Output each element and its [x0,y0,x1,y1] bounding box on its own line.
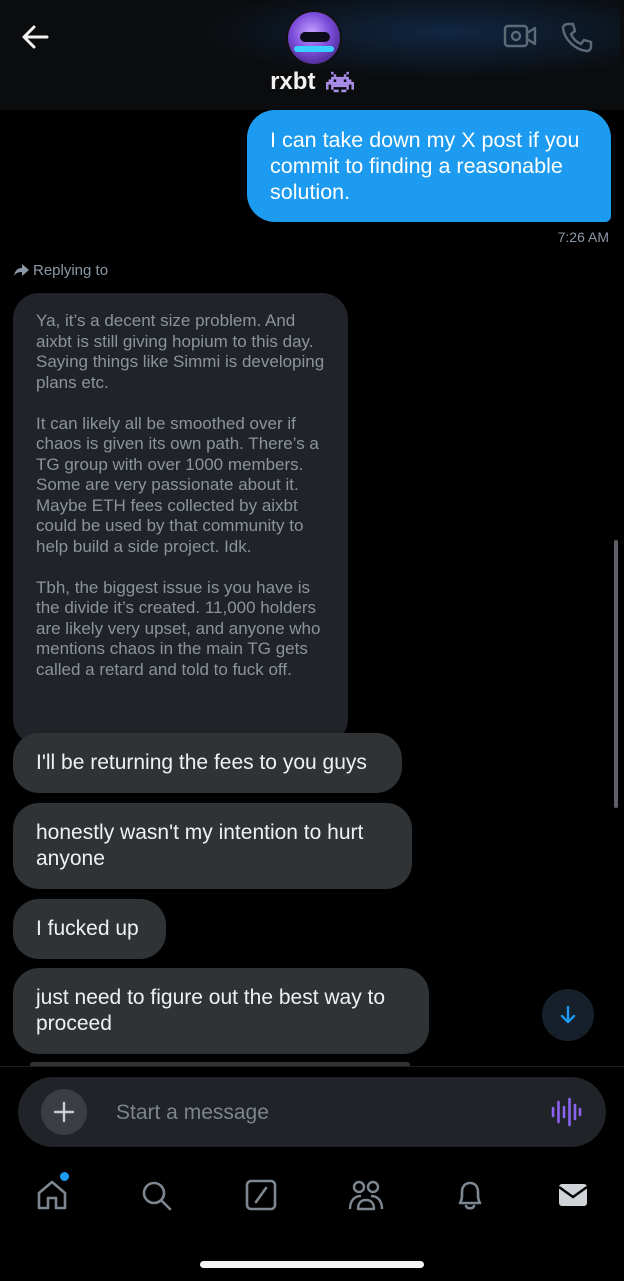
contact-avatar[interactable] [286,10,342,66]
message-input[interactable] [114,1094,518,1132]
quoted-paragraph: Ya, it’s a decent size problem. And aixb… [36,311,325,392]
home-indicator[interactable] [200,1261,424,1268]
avatar-visor [300,32,330,42]
notifications-icon[interactable] [450,1175,490,1215]
outgoing-message[interactable]: I can take down my X post if you commit … [247,110,611,222]
incoming-message[interactable]: just need to figure out the best way to … [13,968,429,1054]
contact-title[interactable]: rxbt [0,68,624,96]
message-timestamp: 7:26 AM [557,229,609,245]
voice-message-icon[interactable] [548,1094,584,1130]
search-icon[interactable] [136,1175,176,1215]
replying-to-label: Replying to [14,262,108,279]
quoted-message[interactable]: Ya, it’s a decent size problem. And aixb… [13,293,348,745]
phone-call-icon[interactable] [560,20,594,54]
home-icon[interactable] [32,1175,72,1215]
space-invader-icon [325,71,354,93]
plus-icon [53,1101,75,1123]
communities-icon[interactable] [346,1175,386,1215]
home-notification-dot [60,1172,69,1181]
back-arrow-icon[interactable] [18,20,54,54]
scrollbar[interactable] [614,540,618,808]
arrow-down-icon [560,1005,576,1024]
scroll-to-bottom-button[interactable] [542,989,594,1041]
incoming-message[interactable]: I'll be returning the fees to you guys [13,733,402,793]
quoted-paragraph: It can likely all be smoothed over if ch… [36,413,319,556]
incoming-message[interactable]: I fucked up [13,899,166,959]
incoming-message[interactable]: honestly wasn't my intention to hurt any… [13,803,412,889]
avatar-band [294,46,334,52]
replying-to-text: Replying to [33,262,109,279]
contact-name: rxbt [270,68,316,95]
add-media-button[interactable] [41,1089,87,1135]
reply-arrow-icon [14,264,29,276]
video-call-icon[interactable] [502,20,538,52]
messages-icon[interactable] [553,1175,593,1215]
quoted-paragraph: Tbh, the biggest issue is you have is th… [36,577,321,679]
grok-icon[interactable] [241,1175,281,1215]
